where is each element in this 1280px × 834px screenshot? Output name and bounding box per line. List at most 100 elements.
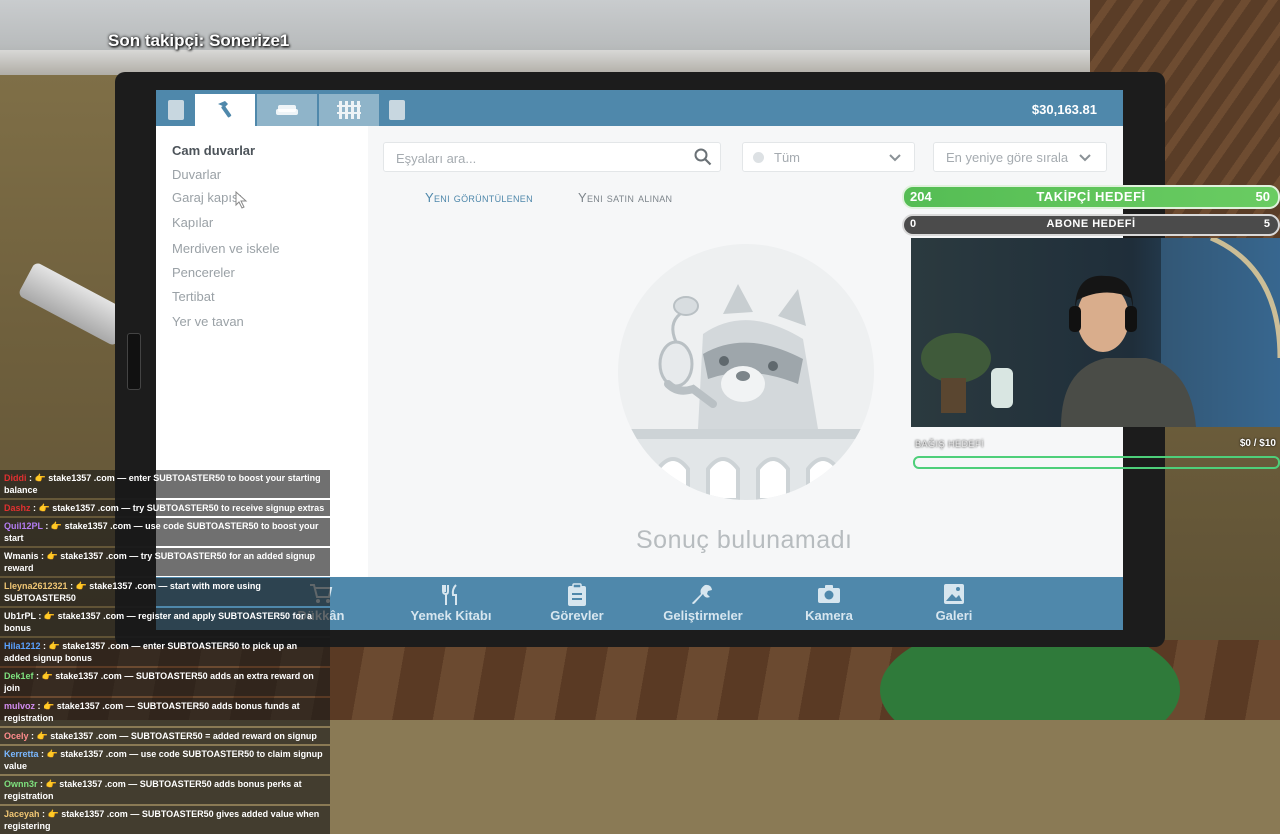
nav-cookbook-label: Yemek Kitabı [410,608,492,623]
webcam-feed [911,238,1280,427]
chat-username[interactable]: Ocely [4,731,29,741]
chat-message: Dashz : 👉 stake1357 .com — try SUBTOASTE… [0,500,330,516]
tablet-side-button[interactable] [127,333,141,390]
chat-separator: : [42,521,51,531]
chat-message: Wmanis : 👉 stake1357 .com — try SUBTOAST… [0,548,330,576]
filter-color-dot [753,152,764,163]
balance-display: $30,163.81 [1031,102,1097,117]
donation-goal-label: BAĞIŞ HEDEFİ [915,439,985,449]
chat-username[interactable]: Ub1rPL [4,611,36,621]
chat-message: Diddi : 👉 stake1357 .com — enter SUBTOAS… [0,470,330,498]
nav-upgrades-label: Geliştirmeler [663,608,743,623]
pointing-hand-icon: 👉 [43,701,55,711]
pointing-hand-icon: 👉 [34,473,46,483]
sort-dropdown[interactable]: En yeniye göre sırala [933,142,1107,172]
chat-message: Ownn3r : 👉 stake1357 .com — SUBTOASTER50… [0,776,330,804]
sort-dropdown-value: En yeniye göre sırala [946,150,1069,165]
chat-username[interactable]: Quil12PL [4,521,43,531]
chat-message: Dek1ef : 👉 stake1357 .com — SUBTOASTER50… [0,668,330,696]
search-box [383,142,721,173]
nav-upgrades[interactable]: Geliştirmeler [643,583,763,623]
chat-username[interactable]: Kerretta [4,749,39,759]
clipboard-icon [517,583,637,607]
tab-furniture[interactable] [257,94,317,126]
pointing-hand-icon: 👉 [36,731,48,741]
category-item-garaj-kapisi[interactable]: Garaj kapısı [172,190,242,205]
chat-message: Lleyna2612321 : 👉 stake1357 .com — start… [0,578,330,606]
chat-separator: : [26,473,35,483]
chat-separator: : [33,671,42,681]
pointing-hand-icon: 👉 [50,521,63,531]
wrench-icon [643,583,763,607]
chat-username[interactable]: Dek1ef [4,671,34,681]
nav-gallery[interactable]: Galeri [894,583,1014,623]
fork-knife-icon [391,583,511,607]
nav-tasks-label: Görevler [550,608,604,623]
filter-dropdown[interactable]: Tüm [742,142,915,172]
follower-goal-label: TAKİPÇİ HEDEFİ [1036,189,1146,204]
chat-separator: : [30,503,39,513]
image-icon [894,583,1014,607]
chat-separator: : [28,731,37,741]
follower-goal-bar: 204 TAKİPÇİ HEDEFİ 50 [902,185,1280,209]
nav-cookbook[interactable]: Yemek Kitabı [391,583,511,623]
chat-username[interactable]: Hila1212 [4,641,41,651]
category-item-kapilar[interactable]: Kapılar [172,215,213,230]
top-bar: $30,163.81 [156,90,1123,126]
chat-username[interactable]: Diddi [4,473,27,483]
chat-message: Kerretta : 👉 stake1357 .com — use code S… [0,746,330,774]
chat-message: mulvoz : 👉 stake1357 .com — SUBTOASTER50… [0,698,330,726]
pointing-hand-icon: 👉 [38,503,50,513]
chat-separator: : [35,611,44,621]
camera-icon [769,583,889,607]
tab-scroll-right[interactable] [389,100,405,120]
subscriber-goal-label: ABONE HEDEFİ [1046,218,1136,230]
chat-message: Hila1212 : 👉 stake1357 .com — enter SUBT… [0,638,330,666]
nav-camera-label: Kamera [805,608,853,623]
chat-message: Quil12PL : 👉 stake1357 .com — use code S… [0,518,330,546]
tab-build[interactable] [195,94,255,126]
chat-username[interactable]: Wmanis [4,551,39,561]
chat-username[interactable]: Jaceyah [4,809,40,819]
category-item-pencereler[interactable]: Pencereler [172,265,235,280]
subscriber-goal-target: 5 [1263,218,1270,230]
search-icon[interactable] [694,148,712,171]
subtab-recently-bought[interactable]: Yeni satın alınan [578,190,672,205]
fence-icon [336,100,362,120]
mouse-cursor-icon [235,190,249,214]
filter-dropdown-value: Tüm [774,150,800,165]
category-item-cam-duvarlar[interactable]: Cam duvarlar [172,143,255,158]
chat-username[interactable]: mulvoz [4,701,35,711]
subtab-recently-viewed[interactable]: Yeni görüntülenen [425,190,533,205]
chat-separator: : [39,809,48,819]
stream-chat: Diddi : 👉 stake1357 .com — enter SUBTOAS… [0,470,330,834]
no-results-message: Sonuç bulunamadı [636,526,853,554]
chat-separator: : [38,551,47,561]
tab-fence[interactable] [319,94,379,126]
category-item-duvarlar[interactable]: Duvarlar [172,167,221,182]
tab-scroll-left[interactable] [168,100,184,120]
chat-username[interactable]: Ownn3r [4,779,38,789]
chat-separator: : [67,581,76,591]
chat-username[interactable]: Lleyna2612321 [4,581,68,591]
nav-gallery-label: Galeri [935,608,973,623]
pointing-hand-icon: 👉 [48,641,60,651]
chat-message: Ocely : 👉 stake1357 .com — SUBTOASTER50 … [0,728,330,744]
category-item-tertibat[interactable]: Tertibat [172,289,215,304]
chevron-down-icon [1078,151,1092,166]
donation-goal-bar [913,456,1280,469]
pointing-hand-icon: 👉 [45,779,57,789]
chat-text: stake1357 .com — SUBTOASTER50 = added re… [50,731,317,741]
chat-username[interactable]: Dashz [4,503,31,513]
category-item-yer-ve-tavan[interactable]: Yer ve tavan [172,314,244,329]
follower-goal-target: 50 [1255,189,1270,204]
chat-separator: : [38,749,47,759]
chevron-down-icon [888,151,902,166]
nav-tasks[interactable]: Görevler [517,583,637,623]
category-item-merdiven-ve-iskele[interactable]: Merdiven ve iskele [172,241,280,256]
latest-follower-text: Son takipçi: Sonerize1 [108,31,290,50]
search-input[interactable] [394,143,688,173]
chat-text: stake1357 .com — enter SUBTOASTER50 to b… [4,473,321,495]
donation-goal-amount: $0 / $10 [1239,438,1276,449]
nav-camera[interactable]: Kamera [769,583,889,623]
